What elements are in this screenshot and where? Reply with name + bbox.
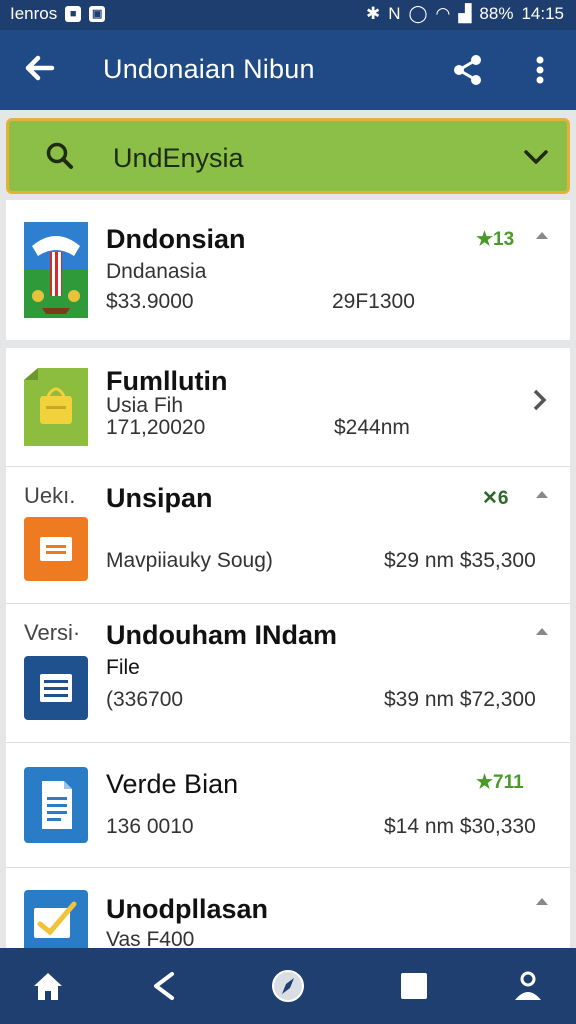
item-title: Fumllutin xyxy=(106,366,228,396)
wifi-icon: ◠ xyxy=(435,4,451,23)
share-icon[interactable] xyxy=(450,52,486,88)
menu-arrow-icon[interactable] xyxy=(536,232,548,239)
item-prefix: Versi· xyxy=(24,620,81,645)
item-title: Unodpllasan xyxy=(106,894,269,924)
item-title: Undouham INdam xyxy=(106,620,338,650)
flag-emblem-icon xyxy=(24,222,88,318)
menu-arrow-icon[interactable] xyxy=(536,898,548,905)
status-right: ✱ N ◯ ◠ ▟ 88% 14:15 xyxy=(366,4,564,24)
list-item[interactable]: Dndonsian Dndanasia $33.9000 29F1300 ★13 xyxy=(6,200,570,340)
bluetooth-icon: ✱ xyxy=(365,4,381,23)
rating-badge: ✕6 xyxy=(482,488,509,509)
chevron-right-icon[interactable] xyxy=(532,388,548,412)
item-value: $29 nm $35,300 xyxy=(384,549,536,572)
clock: 14:15 xyxy=(521,4,564,23)
menu-arrow-icon[interactable] xyxy=(536,628,548,635)
image-icon: ▣ xyxy=(89,6,106,22)
item-subtitle: Usia Fih xyxy=(106,394,184,417)
list-item[interactable]: Fumllutin Usia Fih 171,20020 $244nm xyxy=(6,348,570,466)
edit-check-icon xyxy=(24,890,88,948)
item-price: (336700 xyxy=(106,688,184,711)
item-price: $33.9000 xyxy=(106,290,194,313)
doc-list-icon xyxy=(24,656,88,720)
app-bar: Undonaian Nibun xyxy=(0,30,576,110)
list-item[interactable]: Unodpllasan Vas F400 xyxy=(6,868,570,948)
recent-apps-icon[interactable] xyxy=(396,968,432,1004)
page-title: Undonaian Nibun xyxy=(103,54,315,84)
shopping-bag-icon xyxy=(24,368,88,446)
item-price: 171,20020 xyxy=(106,416,206,439)
item-value: $39 nm $72,300 xyxy=(384,688,536,711)
item-value: $14 nm $30,330 xyxy=(384,815,536,838)
item-value: $244nm xyxy=(334,416,410,439)
search-value: UndEnysia xyxy=(113,143,244,173)
item-subtitle: Mavpiiauky Soug) xyxy=(106,549,273,572)
item-subtitle: Dndanasia xyxy=(106,260,207,283)
more-options-icon[interactable] xyxy=(526,52,554,88)
results-list: Dndonsian Dndanasia $33.9000 29F1300 ★13… xyxy=(6,200,570,948)
bottom-navigation xyxy=(0,948,576,1024)
search-icon xyxy=(46,142,73,169)
slides-icon xyxy=(24,517,88,581)
mute-icon: N xyxy=(388,4,401,23)
compass-icon[interactable] xyxy=(270,968,306,1004)
list-item[interactable]: Uekı. Unsipan Mavpiiauky Soug) $29 nm $3… xyxy=(6,467,570,603)
item-title: Dndonsian xyxy=(106,224,246,254)
item-subtitle: File xyxy=(106,656,140,679)
status-bar: Ienros ■ ▣ ✱ N ◯ ◠ ▟ 88% 14:15 xyxy=(0,0,576,30)
item-title: Unsipan xyxy=(106,483,213,513)
battery-level: 88% xyxy=(479,4,514,23)
search-dropdown[interactable]: UndEnysia xyxy=(6,118,570,194)
item-subtitle: Vas F400 xyxy=(106,928,195,948)
menu-arrow-icon[interactable] xyxy=(536,491,548,498)
notification-icon: ■ xyxy=(65,6,82,22)
item-price: 136 0010 xyxy=(106,815,194,838)
item-prefix: Uekı. xyxy=(24,483,76,508)
profile-icon[interactable] xyxy=(510,968,546,1004)
alarm-icon: ◯ xyxy=(408,4,428,23)
chevron-down-icon[interactable] xyxy=(521,145,551,169)
home-icon[interactable] xyxy=(30,968,66,1004)
rating-badge: ★711 xyxy=(476,772,524,793)
rating-badge: ★13 xyxy=(476,229,515,250)
list-item[interactable]: Verde Bian 136 0010 $14 nm $30,330 ★711 xyxy=(6,743,570,867)
back-icon[interactable] xyxy=(146,968,182,1004)
list-item[interactable]: Versi· Undouham INdam File (336700 $39 n… xyxy=(6,604,570,742)
item-title: Verde Bian xyxy=(106,769,239,799)
status-text: Ienros xyxy=(10,4,58,23)
item-value: 29F1300 xyxy=(332,290,415,313)
document-icon xyxy=(24,767,88,843)
back-arrow-icon[interactable] xyxy=(20,48,60,88)
signal-icon: ▟ xyxy=(458,4,472,23)
status-left: Ienros ■ ▣ xyxy=(10,4,106,24)
